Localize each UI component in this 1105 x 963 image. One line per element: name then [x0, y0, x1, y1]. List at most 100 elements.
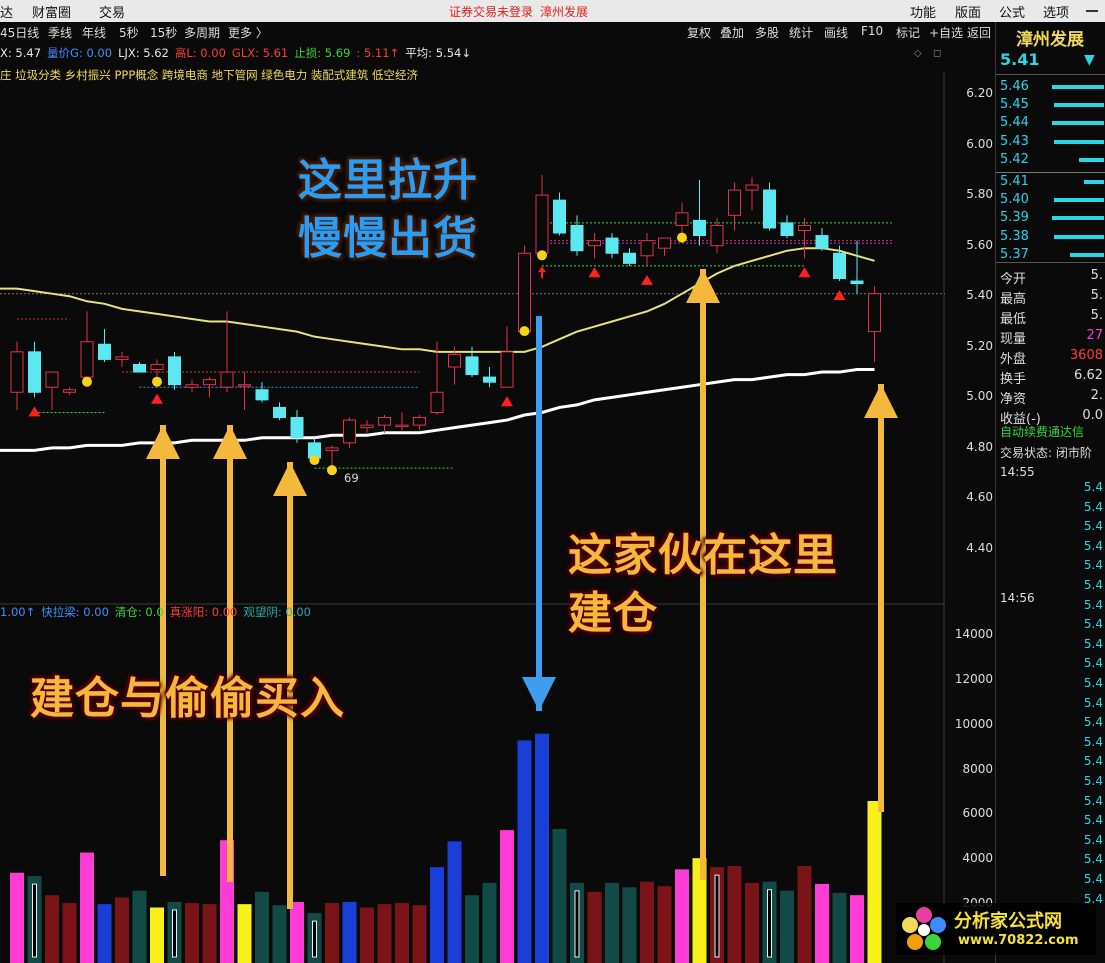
orderbook-price: 5.37 — [1000, 246, 1029, 262]
stat-label: 净资 — [1000, 392, 1027, 407]
tick-price: 5.4 — [1083, 676, 1103, 690]
candle — [553, 192, 566, 236]
action-2[interactable]: 多股 — [755, 24, 779, 41]
volume-bar — [482, 882, 497, 963]
tick-price: 5.4 — [1083, 832, 1103, 847]
annotation-rally-line1: 这里拉升 — [298, 155, 478, 206]
candle — [693, 179, 706, 246]
orderbook-price: 5.41 — [1000, 174, 1029, 189]
tick-price: 5.4 — [1083, 734, 1103, 749]
menu-trade[interactable]: 交易 — [99, 2, 125, 21]
orderbook-volume-bar — [1052, 85, 1104, 89]
volume-bar — [500, 830, 514, 963]
orderbook-volume-bar — [1053, 139, 1104, 144]
volume-bar — [237, 904, 252, 963]
watermark-url: www.70822.com — [958, 933, 1079, 948]
minimize-icon[interactable] — [1086, 10, 1098, 12]
period-1[interactable]: 季线 — [48, 24, 72, 41]
volume-tick: 10000 — [954, 716, 993, 731]
orderbook-volume-bar — [1078, 157, 1104, 162]
candle — [763, 182, 776, 231]
action-1[interactable]: 叠加 — [720, 24, 744, 41]
menu-left[interactable]: 达 — [0, 2, 13, 21]
orderbook-price: 5.39 — [1000, 210, 1029, 226]
volume-bar — [342, 901, 357, 963]
candle — [63, 387, 76, 395]
tick-price: 5.4 — [1083, 656, 1103, 671]
candle — [483, 367, 496, 388]
chart-panel[interactable]: X: 5.47 量价G: 0.00 LJX: 5.62 高L: 0.00 GLX: 5.… — [0, 22, 995, 963]
flower-logo-icon — [902, 907, 946, 950]
menu-formula[interactable]: 公式 — [999, 2, 1025, 21]
volume-axis: 1400012000100008000600040002000 — [945, 22, 993, 963]
menu-caifu[interactable]: 财富圈 — [32, 2, 71, 21]
period-2[interactable]: 年线 — [82, 24, 106, 41]
annotation-rally: 这里拉升 慢慢出货 — [298, 152, 478, 268]
orderbook-volume-bar — [1053, 234, 1104, 239]
candle — [133, 361, 146, 373]
volume-bar — [97, 904, 112, 963]
volume-bar — [115, 897, 129, 963]
volume-bar — [150, 907, 164, 963]
volume-bar — [185, 903, 199, 963]
candle — [868, 286, 881, 362]
menu-options[interactable]: 选项 — [1043, 2, 1069, 21]
period-0[interactable]: 45日线 — [0, 24, 39, 41]
action-0[interactable]: 复权 — [687, 24, 711, 41]
volume-bar — [465, 895, 479, 963]
tick-price: 5.4 — [1083, 695, 1103, 710]
volume-bar — [132, 890, 147, 963]
volume-bar — [640, 881, 654, 963]
action-6[interactable]: 标记 — [896, 24, 920, 41]
tick-price: 5.4 — [1083, 499, 1103, 514]
period-6[interactable]: 更多 〉 — [228, 24, 268, 41]
tick-price: 5.4 — [1083, 636, 1103, 651]
period-5[interactable]: 多周期 — [184, 24, 220, 41]
signal-dot — [82, 376, 92, 387]
buy-signal-triangle — [151, 393, 163, 404]
period-4[interactable]: 15秒 — [150, 24, 177, 41]
lower-indicator-values: 1.00↑ 快拉梁: 0.00 清仓: 0.0 真涨阳: 0.00 观望阴: 0.00 — [0, 604, 317, 620]
indicator-item: 1.00↑ — [0, 605, 36, 619]
buy-signal-triangle — [641, 274, 653, 285]
login-status[interactable]: 证券交易未登录 — [449, 3, 533, 20]
buy-signal-triangle — [588, 267, 601, 278]
candle — [395, 412, 409, 431]
candle — [45, 371, 59, 410]
candle — [535, 174, 549, 259]
volume-bar — [272, 905, 287, 963]
volume-bar — [10, 872, 24, 963]
menu-layout[interactable]: 版面 — [955, 2, 981, 21]
volume-bar — [325, 903, 339, 963]
orderbook-volume-bar — [1052, 121, 1104, 126]
candle — [588, 233, 601, 259]
action-4[interactable]: 画线 — [824, 24, 848, 41]
volume-bar — [622, 887, 637, 963]
tick-price: 5.4 — [1083, 558, 1103, 573]
indicator-item: 观望阴: 0.00 — [243, 605, 311, 619]
volume-bar — [552, 829, 567, 963]
action-5[interactable]: F10 — [861, 24, 883, 38]
volume-bar — [202, 904, 217, 963]
volume-bar — [360, 907, 374, 963]
orderbook-price: 5.38 — [1000, 228, 1029, 244]
annotation-accumulate-line2: 建仓 — [568, 588, 658, 639]
action-3[interactable]: 统计 — [789, 24, 813, 41]
stat-label: 换手 — [1000, 372, 1027, 387]
menu-function[interactable]: 功能 — [910, 2, 936, 21]
volume-bar — [447, 841, 462, 963]
candle — [28, 341, 41, 398]
volume-bar — [45, 895, 59, 963]
orderbook-price: 5.40 — [1000, 192, 1029, 208]
volume-bar — [80, 852, 94, 963]
action-7[interactable]: +自选 — [929, 24, 963, 41]
volume-bar — [377, 904, 392, 963]
buy-signal-triangle — [798, 267, 811, 278]
candle — [80, 311, 94, 385]
tick-price: 5.4 — [1083, 793, 1103, 808]
arrow-down-icon — [522, 316, 556, 711]
orderbook-price: 5.44 — [1000, 115, 1029, 131]
action-8[interactable]: 返回 — [967, 24, 991, 41]
arrow-up-icon — [864, 384, 898, 812]
period-3[interactable]: 5秒 — [119, 24, 139, 41]
